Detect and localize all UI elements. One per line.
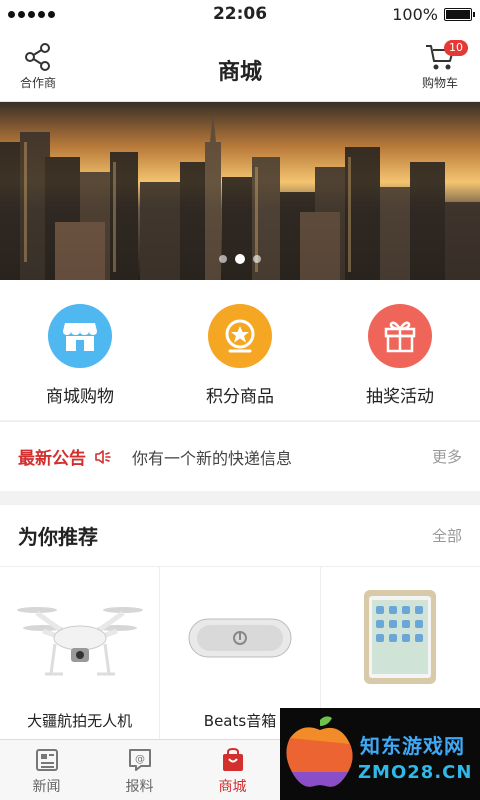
speaker-icon	[94, 449, 112, 465]
tablet-icon	[321, 583, 480, 693]
svg-text:@: @	[135, 754, 145, 765]
carousel-dot[interactable]	[253, 255, 261, 263]
partner-button[interactable]: 合作商	[16, 42, 60, 91]
recommend-header: 为你推荐 全部	[0, 505, 480, 567]
category-label: 积分商品	[206, 387, 274, 407]
page-title: 商城	[217, 60, 262, 85]
announcement-bar[interactable]: 最新公告 你有一个新的快递信息 更多	[0, 421, 480, 491]
tab-report[interactable]: @ 报料	[93, 740, 186, 800]
announcement-text: 你有一个新的快递信息	[132, 448, 293, 468]
report-icon: @	[128, 749, 151, 771]
apple-logo-icon	[286, 716, 353, 787]
header: 合作商 商城 购物车 10	[0, 28, 480, 102]
tab-label: 报料	[125, 779, 154, 795]
recommend-all-link[interactable]: 全部	[432, 525, 462, 546]
cart-button[interactable]: 购物车 10	[418, 40, 468, 91]
watermark-domain: ZMO28.CN	[358, 762, 473, 783]
category-grid: 商城购物 积分商品 抽奖活动	[0, 280, 480, 420]
gift-icon	[368, 304, 432, 368]
speaker-icon	[160, 583, 319, 693]
drone-icon	[0, 583, 159, 693]
signal-icon	[8, 10, 55, 18]
product-name: 大疆航拍无人机	[27, 712, 133, 730]
announcement-more-link[interactable]: 更多	[432, 446, 462, 467]
store-icon	[48, 304, 112, 368]
tab-news[interactable]: 新闻	[0, 740, 93, 800]
watermark-text: 知东游戏网	[360, 734, 465, 758]
category-lottery[interactable]: 抽奖活动	[320, 280, 480, 420]
tab-label: 商城	[218, 779, 247, 795]
watermark-logo: 知东游戏网 ZMO28.CN	[280, 708, 480, 800]
carousel-dot-active[interactable]	[235, 254, 245, 264]
cart-label: 购物车	[421, 76, 458, 90]
cart-count-badge: 10	[444, 40, 468, 56]
battery-icon	[444, 7, 475, 21]
announcement-title: 最新公告	[18, 449, 86, 469]
battery-percent: 100%	[392, 4, 438, 24]
partner-label: 合作商	[19, 76, 56, 90]
medal-icon	[208, 304, 272, 368]
recommend-title: 为你推荐	[18, 525, 98, 549]
news-icon	[35, 749, 58, 771]
shop-bag-icon	[222, 748, 243, 771]
carousel-dot[interactable]	[219, 255, 227, 263]
product-card[interactable]: 大疆航拍无人机	[0, 567, 161, 739]
battery-status: 100%	[392, 4, 475, 24]
tab-mall[interactable]: 商城	[186, 740, 279, 800]
share-icon	[25, 43, 50, 71]
category-mall-shopping[interactable]: 商城购物	[0, 280, 160, 420]
status-bar: 22:06 100%	[0, 0, 480, 28]
carousel-dots	[0, 254, 480, 264]
category-points-goods[interactable]: 积分商品	[160, 280, 320, 420]
category-label: 抽奖活动	[366, 387, 434, 407]
category-label: 商城购物	[46, 387, 114, 407]
tab-label: 新闻	[32, 779, 61, 795]
